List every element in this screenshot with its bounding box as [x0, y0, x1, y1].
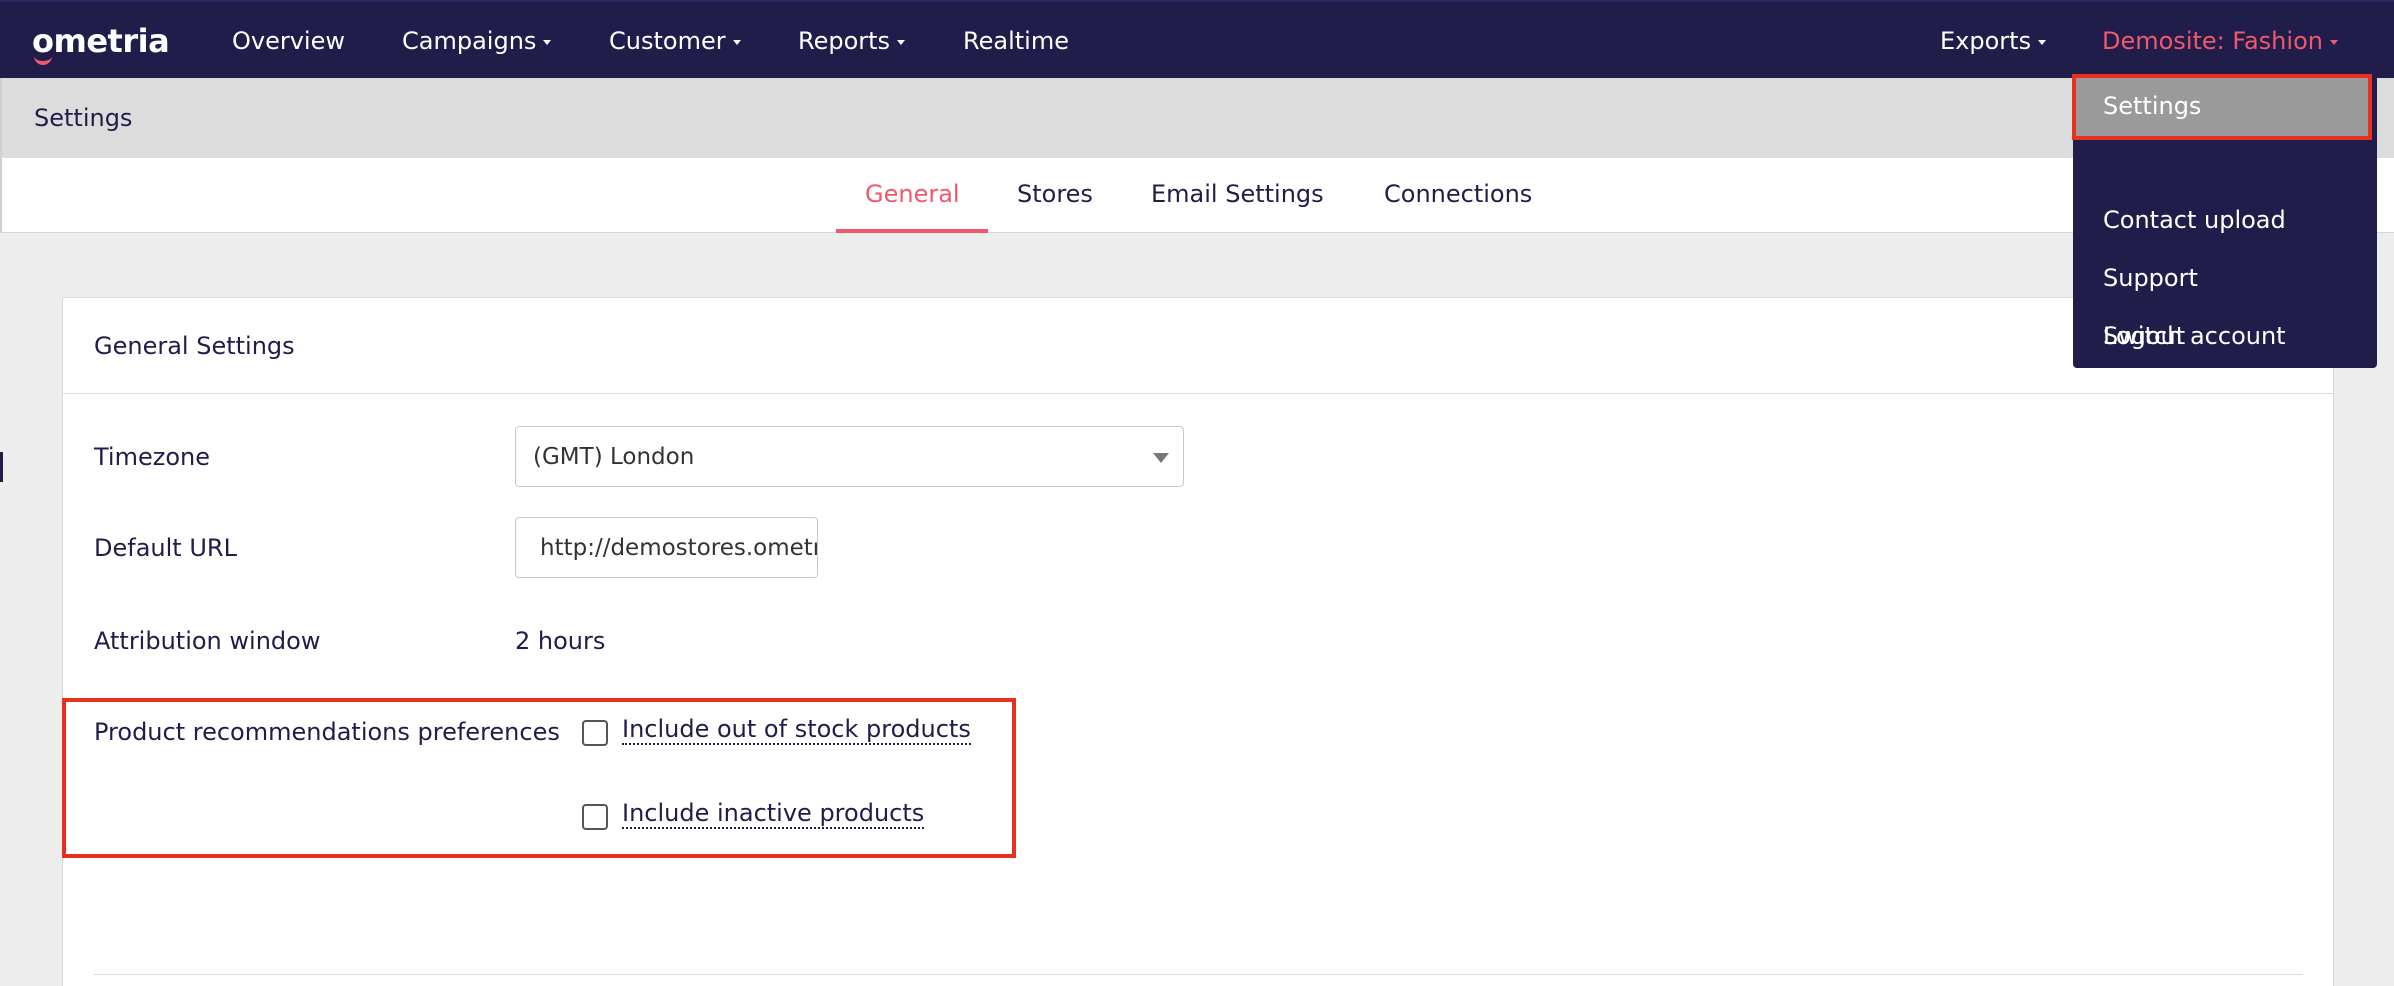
dropdown-arrow-icon: [1153, 453, 1169, 463]
timezone-label: Timezone: [94, 443, 210, 471]
tab-general[interactable]: General: [865, 180, 960, 208]
nav-exports-label: Exports: [1940, 27, 2032, 55]
attribution-window-value: 2 hours: [515, 627, 606, 655]
general-settings-card: General Settings Timezone (GMT) London D…: [62, 297, 2334, 986]
dropdown-item-contact-upload[interactable]: Contact upload: [2103, 206, 2286, 234]
ometria-logo[interactable]: ometria: [32, 22, 170, 65]
account-name-label: Demosite: Fashion: [2102, 27, 2323, 55]
settings-page: ometria Overview Campaigns Customer Repo…: [0, 0, 2394, 986]
default-url-value: http://demostores.ometria.com: [540, 535, 817, 561]
dropdown-item-support[interactable]: Support: [2103, 264, 2198, 292]
active-tab-indicator: [836, 229, 988, 233]
breadcrumb: Settings: [34, 104, 133, 132]
tab-email-settings[interactable]: Email Settings: [1151, 180, 1324, 208]
nav-overview-label: Overview: [232, 27, 345, 55]
nav-reports-label: Reports: [798, 27, 891, 55]
nav-campaigns-label: Campaigns: [402, 27, 537, 55]
nav-customer[interactable]: Customer: [609, 27, 741, 55]
card-title: General Settings: [94, 332, 295, 360]
caret-down-icon: [2038, 39, 2047, 45]
timezone-select[interactable]: (GMT) London: [515, 426, 1184, 487]
dropdown-item-logout[interactable]: Logout: [2103, 322, 2185, 350]
timezone-value: (GMT) London: [533, 444, 695, 470]
nav-account-menu[interactable]: Demosite: Fashion: [2102, 27, 2338, 55]
highlight-box-product-recs: [62, 698, 1016, 858]
top-navbar: ometria Overview Campaigns Customer Repo…: [0, 0, 2394, 78]
highlight-box-settings: [2072, 74, 2372, 140]
nav-reports[interactable]: Reports: [798, 27, 906, 55]
caret-down-icon: [897, 39, 906, 45]
nav-realtime-label: Realtime: [963, 27, 1069, 55]
nav-exports[interactable]: Exports: [1940, 27, 2047, 55]
card-divider: [63, 393, 2333, 394]
logo-smile-icon: [34, 56, 52, 65]
page-header: Settings: [0, 78, 2394, 158]
caret-down-icon: [2329, 39, 2338, 45]
edge-mark: [0, 452, 3, 482]
default-url-input[interactable]: http://demostores.ometria.com: [515, 517, 818, 578]
attribution-window-label: Attribution window: [94, 627, 321, 655]
logo-text: ometria: [32, 22, 170, 60]
nav-customer-label: Customer: [609, 27, 726, 55]
nav-overview[interactable]: Overview: [232, 27, 345, 55]
nav-campaigns[interactable]: Campaigns: [402, 27, 552, 55]
card-section-divider: [94, 974, 2303, 975]
tab-connections[interactable]: Connections: [1384, 180, 1532, 208]
nav-realtime[interactable]: Realtime: [963, 27, 1069, 55]
caret-down-icon: [543, 39, 552, 45]
default-url-label: Default URL: [94, 534, 237, 562]
caret-down-icon: [732, 39, 741, 45]
tab-stores[interactable]: Stores: [1017, 180, 1093, 208]
settings-tabs: General Stores Email Settings Connection…: [0, 158, 2394, 233]
